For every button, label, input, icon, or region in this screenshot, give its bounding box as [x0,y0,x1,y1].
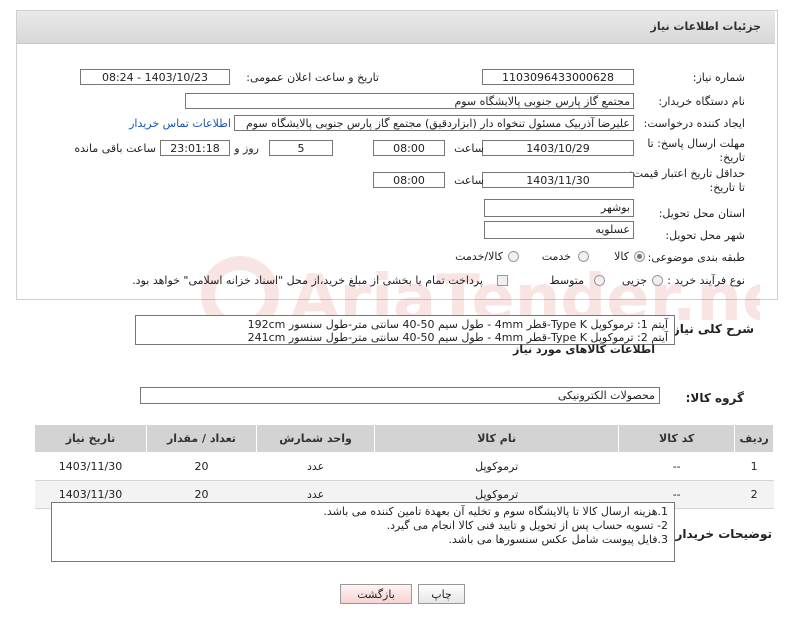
remaining-time-field: 23:01:18 [160,140,230,156]
price-time-label: ساعت [454,174,484,187]
treasury-payment-note: پرداخت تمام یا بخشی از مبلغ خرید،از محل … [132,274,483,287]
need-number-field: 1103096433000628 [482,69,634,85]
col-unit: واحد شمارش [255,424,376,453]
back-button[interactable]: بازگشت [340,584,412,604]
description-line-1: آیتم 1: ترموکوپل Type K-قطر 4mm - طول سی… [247,318,668,331]
announce-label: تاریخ و ساعت اعلان عمومی: [246,71,379,84]
cell-row: 2 [734,480,774,509]
notes-line-2: 2- تسویه حساب پس از تحویل و تایید فنی کا… [386,519,668,532]
province-label: استان محل تحویل: [658,207,745,220]
panel-title: جزئیات اطلاعات نیاز [650,20,762,33]
treasury-payment-checkbox[interactable] [497,275,508,286]
buyer-notes-label: توضیحات خریدار: [670,527,772,541]
price-date-field: 1403/11/30 [482,172,634,188]
process-option-medium: متوسط [549,274,584,287]
city-field: عسلویه [484,221,634,239]
category-option-service: خدمت [541,250,571,263]
notes-line-3: 3.فایل پیوست شامل عکس سنسورها می باشد. [448,533,668,546]
description-textarea[interactable]: آیتم 1: ترموکوپل Type K-قطر 4mm - طول سی… [135,315,675,345]
process-radio-minor[interactable] [652,275,663,286]
buyer-org-field: مجتمع گاز پارس جنوبی پالایشگاه سوم [185,93,634,109]
category-radio-goods-service[interactable] [508,251,519,262]
reply-deadline-label: مهلت ارسال پاسخ: تا تاریخ: [647,137,745,164]
items-section-title: اطلاعات کالاهای مورد نیاز [513,343,655,356]
category-option-goods-service: کالا/خدمت [455,250,503,263]
col-row: ردیف [734,424,774,453]
category-radio-goods[interactable] [634,251,645,262]
category-radio-service[interactable] [578,251,589,262]
description-label: شرح کلی نیاز: [668,322,754,336]
notes-line-1: 1.هزینه ارسال کالا تا پالایشگاه سوم و تخ… [323,505,668,518]
goods-group-label: گروه کالا: [685,391,744,405]
cell-code: -- [618,452,735,481]
process-option-minor: جزیی [621,274,647,287]
creator-field: علیرضا آذربیک مسئول تنخواه دار (ابزاردقی… [234,115,634,131]
col-name: نام کالا [374,424,620,453]
process-label: نوع فرآیند خرید : [667,274,745,287]
reply-time-field: 08:00 [373,140,445,156]
category-label: طبقه بندی موضوعی: [647,251,745,264]
need-number-label: شماره نیاز: [692,71,745,84]
goods-group-field: محصولات الکترونیکی [140,387,660,404]
col-qty: تعداد / مقدار [146,424,257,453]
price-time-field: 08:00 [373,172,445,188]
buyer-contact-link[interactable]: اطلاعات تماس خریدار [129,117,231,130]
remaining-label: ساعت باقی مانده [74,142,156,155]
print-button[interactable]: چاپ [418,584,465,604]
reply-time-label: ساعت [454,142,484,155]
province-field: بوشهر [484,199,634,217]
category-option-goods: کالا [614,250,629,263]
process-radio-medium[interactable] [594,275,605,286]
items-table: ردیف کد کالا نام کالا واحد شمارش تعداد /… [33,424,774,509]
buyer-notes-textarea[interactable]: 1.هزینه ارسال کالا تا پالایشگاه سوم و تخ… [51,502,675,562]
days-field: 5 [269,140,333,156]
cell-date: 1403/11/30 [34,452,147,481]
cell-row: 1 [734,452,774,481]
table-row: 1 -- ترموکوپل عدد 20 1403/11/30 [34,452,774,481]
cell-unit: عدد [256,452,375,481]
col-date: تاریخ نیاز [33,424,148,453]
items-table-header: ردیف کد کالا نام کالا واحد شمارش تعداد /… [33,424,774,453]
announce-field: 1403/10/23 - 08:24 [80,69,230,85]
price-validity-label: حداقل تاریخ اعتبار قیمت: تا تاریخ: [629,167,745,194]
cell-qty: 20 [146,452,257,481]
col-code: کد کالا [618,424,736,453]
cell-name: ترموکوپل [374,452,619,481]
panel-header: جزئیات اطلاعات نیاز [17,11,775,44]
reply-date-field: 1403/10/29 [482,140,634,156]
creator-label: ایجاد کننده درخواست: [643,117,745,130]
buyer-org-label: نام دستگاه خریدار: [658,95,745,108]
city-label: شهر محل تحویل: [665,229,745,242]
days-label: روز و [234,142,259,155]
